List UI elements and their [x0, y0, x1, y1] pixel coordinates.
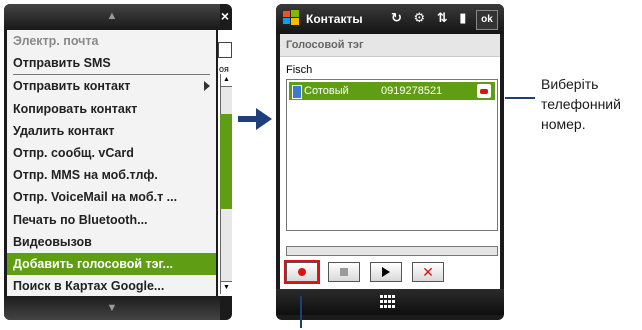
callout-line	[505, 97, 535, 99]
play-button[interactable]	[370, 262, 402, 282]
menu-item-video-call[interactable]: Видеовызов	[7, 231, 216, 253]
play-icon	[382, 267, 390, 277]
status-bar: Контакты ↻ ⚙ ⇅ ▮ ◁ ok	[276, 4, 504, 34]
soft-key-bar	[276, 289, 504, 315]
stop-icon	[340, 268, 348, 276]
menu-item-label: Отправить контакт	[13, 79, 131, 94]
delete-button[interactable]: ✕	[412, 262, 444, 282]
menu-item-google-maps-search[interactable]: Поиск в Картах Google...	[7, 275, 216, 297]
ok-button[interactable]: ok	[476, 10, 498, 30]
page-title: Голосовой тэг	[280, 34, 500, 57]
menu-item-email: Электр. почта	[13, 34, 99, 48]
menu-item-delete-contact[interactable]: Удалить контакт	[7, 120, 216, 142]
menu-item-copy-contact[interactable]: Копировать контакт	[7, 98, 216, 120]
right-arrow-icon	[238, 108, 272, 130]
context-menu: Электр. почта Отправить SMS Отправить ко…	[7, 30, 216, 296]
callout-text: Виберіть телефонний номер.	[541, 76, 621, 132]
phone-number-list[interactable]: Сотовый 0919278521	[286, 79, 498, 231]
background-selection	[220, 114, 232, 209]
context-menu-phone: ▲ × Электр. почта Отправить SMS Отправит…	[4, 4, 232, 320]
submenu-arrow-icon	[204, 81, 210, 92]
app-title: Контакты	[306, 12, 363, 26]
background-text: оя	[219, 64, 229, 74]
record-icon	[298, 268, 306, 276]
menu-item-send-mms[interactable]: Отпр. MMS на моб.тлф.	[7, 164, 216, 186]
keyboard-icon[interactable]	[380, 295, 396, 309]
voice-tag-icon	[477, 84, 491, 98]
menu-scroll-up-icon[interactable]: ▲	[4, 4, 220, 28]
voice-tag-screen: Голосовой тэг Fisch Сотовый 0919278521 ✕	[280, 34, 500, 289]
record-callout-line	[300, 296, 302, 328]
windows-start-icon[interactable]	[282, 9, 300, 27]
background-field	[218, 42, 232, 58]
contact-name: Fisch	[286, 64, 313, 76]
voice-tag-phone: Контакты ↻ ⚙ ⇅ ▮ ◁ ok Голосовой тэг Fisc…	[276, 4, 504, 320]
stop-button[interactable]	[328, 262, 360, 282]
menu-item-send-vcard[interactable]: Отпр. сообщ. vCard	[7, 142, 216, 164]
menu-scroll-down-icon[interactable]: ▼	[4, 296, 220, 320]
number-type-label: Сотовый	[304, 85, 349, 97]
scroll-down-icon[interactable]: ▼	[221, 281, 232, 294]
record-button[interactable]	[284, 260, 320, 284]
scroll-up-icon[interactable]: ▲	[221, 74, 232, 87]
menu-item-send-contact[interactable]: Отправить контакт	[7, 75, 216, 97]
menu-item-send-sms[interactable]: Отправить SMS	[7, 52, 216, 74]
phone-number-value: 0919278521	[381, 85, 443, 97]
recording-progress-bar	[286, 246, 498, 256]
menu-item-add-voice-tag[interactable]: Добавить голосовой тэг...	[7, 252, 216, 276]
menu-item-send-voicemail[interactable]: Отпр. VoiceMail на моб.т ...	[7, 186, 216, 208]
delete-icon: ✕	[422, 264, 434, 280]
close-icon[interactable]: ×	[218, 8, 232, 24]
list-item[interactable]: Сотовый 0919278521	[289, 82, 495, 100]
menu-item-print-bluetooth[interactable]: Печать по Bluetooth...	[7, 209, 216, 231]
mobile-phone-icon	[292, 85, 302, 99]
